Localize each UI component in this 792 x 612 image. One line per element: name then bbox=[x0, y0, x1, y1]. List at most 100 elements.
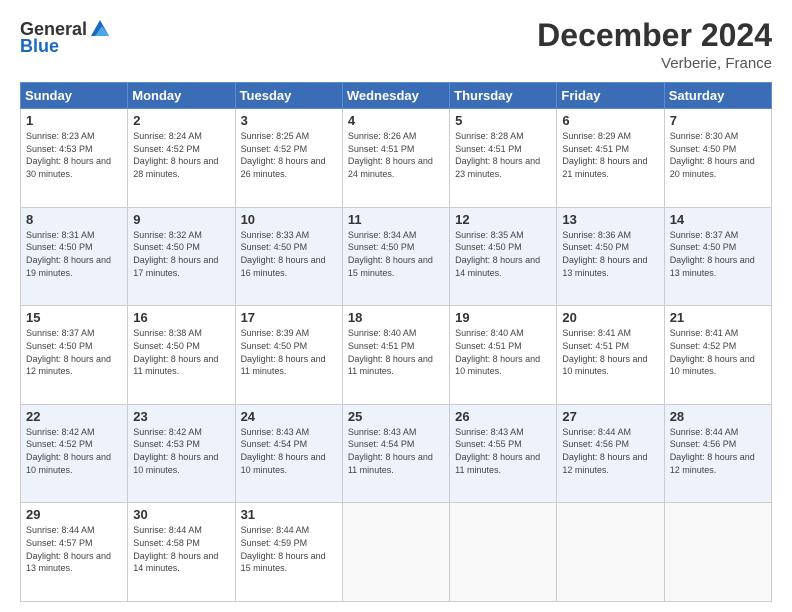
day-number: 5 bbox=[455, 113, 551, 128]
table-row: 28 Sunrise: 8:44 AMSunset: 4:56 PMDaylig… bbox=[664, 404, 771, 503]
table-row: 29 Sunrise: 8:44 AMSunset: 4:57 PMDaylig… bbox=[21, 503, 128, 602]
col-friday: Friday bbox=[557, 83, 664, 109]
table-row: 1 Sunrise: 8:23 AMSunset: 4:53 PMDayligh… bbox=[21, 109, 128, 208]
day-number: 8 bbox=[26, 212, 122, 227]
table-row: 20 Sunrise: 8:41 AMSunset: 4:51 PMDaylig… bbox=[557, 306, 664, 405]
calendar-week-row: 15 Sunrise: 8:37 AMSunset: 4:50 PMDaylig… bbox=[21, 306, 772, 405]
day-info: Sunrise: 8:30 AMSunset: 4:50 PMDaylight:… bbox=[670, 131, 755, 179]
day-info: Sunrise: 8:25 AMSunset: 4:52 PMDaylight:… bbox=[241, 131, 326, 179]
day-info: Sunrise: 8:32 AMSunset: 4:50 PMDaylight:… bbox=[133, 230, 218, 278]
table-row: 7 Sunrise: 8:30 AMSunset: 4:50 PMDayligh… bbox=[664, 109, 771, 208]
col-tuesday: Tuesday bbox=[235, 83, 342, 109]
table-row: 4 Sunrise: 8:26 AMSunset: 4:51 PMDayligh… bbox=[342, 109, 449, 208]
day-info: Sunrise: 8:35 AMSunset: 4:50 PMDaylight:… bbox=[455, 230, 540, 278]
day-info: Sunrise: 8:44 AMSunset: 4:59 PMDaylight:… bbox=[241, 525, 326, 573]
col-thursday: Thursday bbox=[450, 83, 557, 109]
table-row: 12 Sunrise: 8:35 AMSunset: 4:50 PMDaylig… bbox=[450, 207, 557, 306]
day-info: Sunrise: 8:44 AMSunset: 4:57 PMDaylight:… bbox=[26, 525, 111, 573]
table-row: 26 Sunrise: 8:43 AMSunset: 4:55 PMDaylig… bbox=[450, 404, 557, 503]
day-info: Sunrise: 8:41 AMSunset: 4:51 PMDaylight:… bbox=[562, 328, 647, 376]
table-row: 9 Sunrise: 8:32 AMSunset: 4:50 PMDayligh… bbox=[128, 207, 235, 306]
table-row bbox=[664, 503, 771, 602]
day-number: 31 bbox=[241, 507, 337, 522]
calendar-week-row: 8 Sunrise: 8:31 AMSunset: 4:50 PMDayligh… bbox=[21, 207, 772, 306]
day-info: Sunrise: 8:41 AMSunset: 4:52 PMDaylight:… bbox=[670, 328, 755, 376]
day-number: 12 bbox=[455, 212, 551, 227]
calendar-table: Sunday Monday Tuesday Wednesday Thursday… bbox=[20, 82, 772, 602]
table-row: 16 Sunrise: 8:38 AMSunset: 4:50 PMDaylig… bbox=[128, 306, 235, 405]
col-sunday: Sunday bbox=[21, 83, 128, 109]
location: Verberie, France bbox=[537, 55, 772, 72]
table-row: 19 Sunrise: 8:40 AMSunset: 4:51 PMDaylig… bbox=[450, 306, 557, 405]
table-row: 31 Sunrise: 8:44 AMSunset: 4:59 PMDaylig… bbox=[235, 503, 342, 602]
day-info: Sunrise: 8:42 AMSunset: 4:52 PMDaylight:… bbox=[26, 427, 111, 475]
table-row: 27 Sunrise: 8:44 AMSunset: 4:56 PMDaylig… bbox=[557, 404, 664, 503]
day-number: 25 bbox=[348, 409, 444, 424]
table-row: 14 Sunrise: 8:37 AMSunset: 4:50 PMDaylig… bbox=[664, 207, 771, 306]
day-info: Sunrise: 8:36 AMSunset: 4:50 PMDaylight:… bbox=[562, 230, 647, 278]
day-number: 2 bbox=[133, 113, 229, 128]
calendar-week-row: 29 Sunrise: 8:44 AMSunset: 4:57 PMDaylig… bbox=[21, 503, 772, 602]
day-info: Sunrise: 8:31 AMSunset: 4:50 PMDaylight:… bbox=[26, 230, 111, 278]
col-monday: Monday bbox=[128, 83, 235, 109]
day-number: 27 bbox=[562, 409, 658, 424]
day-number: 13 bbox=[562, 212, 658, 227]
calendar-week-row: 1 Sunrise: 8:23 AMSunset: 4:53 PMDayligh… bbox=[21, 109, 772, 208]
table-row: 11 Sunrise: 8:34 AMSunset: 4:50 PMDaylig… bbox=[342, 207, 449, 306]
table-row: 25 Sunrise: 8:43 AMSunset: 4:54 PMDaylig… bbox=[342, 404, 449, 503]
day-info: Sunrise: 8:42 AMSunset: 4:53 PMDaylight:… bbox=[133, 427, 218, 475]
day-info: Sunrise: 8:38 AMSunset: 4:50 PMDaylight:… bbox=[133, 328, 218, 376]
day-number: 11 bbox=[348, 212, 444, 227]
day-info: Sunrise: 8:43 AMSunset: 4:55 PMDaylight:… bbox=[455, 427, 540, 475]
table-row: 24 Sunrise: 8:43 AMSunset: 4:54 PMDaylig… bbox=[235, 404, 342, 503]
col-wednesday: Wednesday bbox=[342, 83, 449, 109]
day-info: Sunrise: 8:33 AMSunset: 4:50 PMDaylight:… bbox=[241, 230, 326, 278]
day-info: Sunrise: 8:40 AMSunset: 4:51 PMDaylight:… bbox=[348, 328, 433, 376]
day-info: Sunrise: 8:23 AMSunset: 4:53 PMDaylight:… bbox=[26, 131, 111, 179]
table-row: 18 Sunrise: 8:40 AMSunset: 4:51 PMDaylig… bbox=[342, 306, 449, 405]
table-row: 6 Sunrise: 8:29 AMSunset: 4:51 PMDayligh… bbox=[557, 109, 664, 208]
day-info: Sunrise: 8:37 AMSunset: 4:50 PMDaylight:… bbox=[26, 328, 111, 376]
day-info: Sunrise: 8:26 AMSunset: 4:51 PMDaylight:… bbox=[348, 131, 433, 179]
day-number: 3 bbox=[241, 113, 337, 128]
day-number: 28 bbox=[670, 409, 766, 424]
table-row: 15 Sunrise: 8:37 AMSunset: 4:50 PMDaylig… bbox=[21, 306, 128, 405]
day-info: Sunrise: 8:34 AMSunset: 4:50 PMDaylight:… bbox=[348, 230, 433, 278]
day-number: 18 bbox=[348, 310, 444, 325]
day-info: Sunrise: 8:43 AMSunset: 4:54 PMDaylight:… bbox=[241, 427, 326, 475]
table-row: 10 Sunrise: 8:33 AMSunset: 4:50 PMDaylig… bbox=[235, 207, 342, 306]
calendar-header-row: Sunday Monday Tuesday Wednesday Thursday… bbox=[21, 83, 772, 109]
month-title: December 2024 bbox=[537, 18, 772, 53]
day-number: 23 bbox=[133, 409, 229, 424]
day-info: Sunrise: 8:24 AMSunset: 4:52 PMDaylight:… bbox=[133, 131, 218, 179]
day-number: 16 bbox=[133, 310, 229, 325]
day-number: 6 bbox=[562, 113, 658, 128]
day-number: 14 bbox=[670, 212, 766, 227]
day-info: Sunrise: 8:44 AMSunset: 4:56 PMDaylight:… bbox=[670, 427, 755, 475]
table-row bbox=[342, 503, 449, 602]
col-saturday: Saturday bbox=[664, 83, 771, 109]
day-number: 19 bbox=[455, 310, 551, 325]
day-number: 26 bbox=[455, 409, 551, 424]
day-info: Sunrise: 8:40 AMSunset: 4:51 PMDaylight:… bbox=[455, 328, 540, 376]
day-number: 30 bbox=[133, 507, 229, 522]
day-info: Sunrise: 8:37 AMSunset: 4:50 PMDaylight:… bbox=[670, 230, 755, 278]
day-number: 24 bbox=[241, 409, 337, 424]
day-info: Sunrise: 8:39 AMSunset: 4:50 PMDaylight:… bbox=[241, 328, 326, 376]
day-number: 29 bbox=[26, 507, 122, 522]
day-number: 15 bbox=[26, 310, 122, 325]
logo-icon bbox=[89, 18, 111, 40]
day-info: Sunrise: 8:29 AMSunset: 4:51 PMDaylight:… bbox=[562, 131, 647, 179]
logo: General Blue bbox=[20, 18, 111, 57]
day-number: 1 bbox=[26, 113, 122, 128]
table-row: 2 Sunrise: 8:24 AMSunset: 4:52 PMDayligh… bbox=[128, 109, 235, 208]
table-row: 30 Sunrise: 8:44 AMSunset: 4:58 PMDaylig… bbox=[128, 503, 235, 602]
table-row: 23 Sunrise: 8:42 AMSunset: 4:53 PMDaylig… bbox=[128, 404, 235, 503]
table-row bbox=[557, 503, 664, 602]
table-row: 21 Sunrise: 8:41 AMSunset: 4:52 PMDaylig… bbox=[664, 306, 771, 405]
day-number: 20 bbox=[562, 310, 658, 325]
day-info: Sunrise: 8:28 AMSunset: 4:51 PMDaylight:… bbox=[455, 131, 540, 179]
calendar-week-row: 22 Sunrise: 8:42 AMSunset: 4:52 PMDaylig… bbox=[21, 404, 772, 503]
day-number: 9 bbox=[133, 212, 229, 227]
day-info: Sunrise: 8:44 AMSunset: 4:58 PMDaylight:… bbox=[133, 525, 218, 573]
